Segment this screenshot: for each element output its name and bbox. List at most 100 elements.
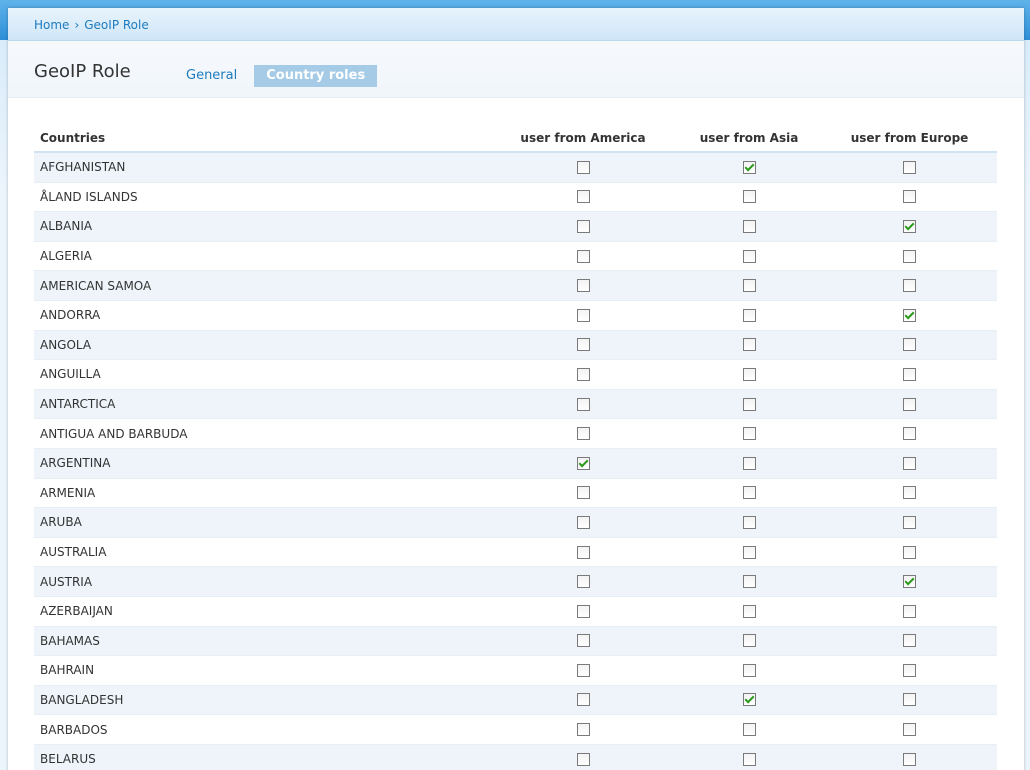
checkbox-europe[interactable]: [903, 486, 916, 500]
checkbox-europe[interactable]: [903, 397, 916, 411]
country-name: ANTIGUA AND BARBUDA: [40, 426, 188, 441]
role-cell-america: [490, 634, 676, 648]
checkbox-europe[interactable]: [903, 427, 916, 441]
checkbox-europe[interactable]: [903, 456, 916, 470]
checkbox-america[interactable]: [576, 397, 590, 411]
checkbox-asia[interactable]: [742, 723, 756, 737]
country-name: BAHRAIN: [40, 663, 95, 678]
table-row: AMERICAN SAMOA: [34, 271, 997, 301]
role-cell-asia: [676, 308, 822, 322]
checkbox-america[interactable]: [576, 367, 590, 381]
checkbox-america[interactable]: [576, 634, 590, 648]
role-cell-europe: [822, 634, 997, 648]
checkbox-asia[interactable]: [742, 456, 756, 470]
table-row: ARUBA: [34, 508, 997, 538]
table-row: ARMENIA: [34, 478, 997, 509]
checkbox-europe[interactable]: [903, 249, 916, 263]
role-cell-america: [490, 723, 676, 737]
checkbox-america[interactable]: [576, 486, 590, 500]
checkbox-asia[interactable]: [742, 160, 756, 174]
checkbox-europe[interactable]: [903, 160, 916, 174]
role-cell-asia: [676, 693, 822, 707]
role-cell-europe: [822, 308, 997, 322]
country-name: ANGUILLA: [40, 367, 101, 382]
checkbox-europe[interactable]: [903, 752, 916, 766]
role-cell-asia: [676, 338, 822, 352]
country-name: BELARUS: [40, 752, 96, 767]
checkbox-asia[interactable]: [742, 693, 756, 707]
country-name: ARUBA: [40, 515, 82, 530]
role-cell-europe: [822, 338, 997, 352]
checkbox-europe[interactable]: [903, 219, 916, 233]
checkbox-america[interactable]: [576, 515, 590, 529]
checkbox-europe[interactable]: [903, 575, 916, 589]
checkbox-america[interactable]: [576, 308, 590, 322]
checkbox-asia[interactable]: [742, 575, 756, 589]
role-cell-europe: [822, 427, 997, 441]
checkbox-america[interactable]: [576, 604, 590, 618]
checkbox-asia[interactable]: [742, 249, 756, 263]
checkbox-europe[interactable]: [903, 663, 916, 677]
checkbox-asia[interactable]: [742, 190, 756, 204]
checkbox-asia[interactable]: [742, 545, 756, 559]
breadcrumb-home-link[interactable]: Home: [34, 18, 69, 32]
checkbox-america[interactable]: [576, 427, 590, 441]
checkbox-europe[interactable]: [903, 604, 916, 618]
table-row: ALBANIA: [34, 212, 997, 242]
role-cell-europe: [822, 190, 997, 204]
breadcrumb-current-link[interactable]: GeoIP Role: [84, 18, 148, 32]
checkbox-asia[interactable]: [742, 397, 756, 411]
checkbox-asia[interactable]: [742, 752, 756, 766]
country-name: BAHAMAS: [40, 633, 100, 648]
checkbox-america[interactable]: [576, 249, 590, 263]
checkbox-asia[interactable]: [742, 634, 756, 648]
checkbox-europe[interactable]: [903, 367, 916, 381]
checkbox-europe[interactable]: [903, 723, 916, 737]
role-cell-europe: [822, 219, 997, 233]
table-row: AUSTRIA: [34, 567, 997, 597]
checkbox-america[interactable]: [576, 575, 590, 589]
checkbox-asia[interactable]: [742, 308, 756, 322]
checkbox-europe[interactable]: [903, 190, 916, 204]
checkbox-asia[interactable]: [742, 486, 756, 500]
checkbox-america[interactable]: [576, 219, 590, 233]
checkbox-america[interactable]: [576, 693, 590, 707]
checkbox-america[interactable]: [576, 279, 590, 293]
checkbox-asia[interactable]: [742, 367, 756, 381]
checkbox-america[interactable]: [576, 190, 590, 204]
role-cell-america: [490, 219, 676, 233]
checkbox-america[interactable]: [576, 663, 590, 677]
checkbox-europe[interactable]: [903, 693, 916, 707]
checkbox-europe[interactable]: [903, 634, 916, 648]
role-cell-europe: [822, 367, 997, 381]
country-name: BANGLADESH: [40, 692, 124, 707]
checkbox-asia[interactable]: [742, 604, 756, 618]
tab-general[interactable]: General: [178, 65, 245, 87]
breadcrumb: Home › GeoIP Role: [34, 18, 149, 32]
checkbox-asia[interactable]: [742, 219, 756, 233]
column-header-europe: user from Europe: [850, 130, 969, 145]
checkbox-asia[interactable]: [742, 427, 756, 441]
checkbox-europe[interactable]: [903, 308, 916, 322]
checkbox-america[interactable]: [576, 752, 590, 766]
checkbox-america[interactable]: [576, 160, 590, 174]
checkbox-america[interactable]: [576, 723, 590, 737]
checkbox-asia[interactable]: [742, 279, 756, 293]
checkbox-asia[interactable]: [742, 663, 756, 677]
checkbox-america[interactable]: [576, 456, 590, 470]
table-row: ANGOLA: [34, 330, 997, 361]
checkbox-asia[interactable]: [742, 338, 756, 352]
checkbox-europe[interactable]: [903, 515, 916, 529]
role-cell-asia: [676, 575, 822, 589]
table-row: ÅLAND ISLANDS: [34, 182, 997, 213]
tab-country-roles[interactable]: Country roles: [254, 65, 378, 87]
checkbox-europe[interactable]: [903, 338, 916, 352]
checkbox-europe[interactable]: [903, 545, 916, 559]
country-name: ANDORRA: [40, 308, 101, 323]
checkbox-europe[interactable]: [903, 279, 916, 293]
checkbox-america[interactable]: [576, 545, 590, 559]
checkbox-america[interactable]: [576, 338, 590, 352]
checkbox-asia[interactable]: [742, 515, 756, 529]
tab-bar: General Country roles: [178, 65, 386, 87]
column-header-countries: Countries: [40, 130, 106, 145]
